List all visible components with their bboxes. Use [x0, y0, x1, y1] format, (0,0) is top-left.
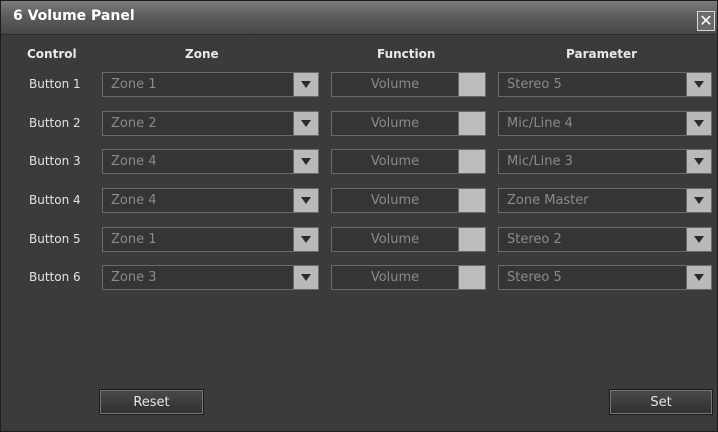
- row-label-button-1: Button 1: [29, 77, 81, 91]
- row-label-button-3: Button 3: [29, 154, 81, 168]
- row-label-button-4: Button 4: [29, 193, 81, 207]
- function-value: Volume: [370, 77, 420, 92]
- zone-select-2[interactable]: Zone 2: [102, 111, 319, 136]
- parameter-select-4[interactable]: Zone Master: [498, 188, 712, 213]
- chevron-down-icon[interactable]: [293, 189, 318, 212]
- zone-select-1[interactable]: Zone 1: [102, 72, 319, 97]
- row-label-button-5: Button 5: [29, 232, 81, 246]
- parameter-select-6[interactable]: Stereo 5: [498, 265, 712, 290]
- function-select-4[interactable]: Volume: [331, 188, 486, 213]
- chevron-down-icon[interactable]: [686, 266, 711, 289]
- zone-value: Zone 4: [111, 154, 157, 169]
- parameter-value: Stereo 2: [507, 232, 562, 247]
- parameter-value: Mic/Line 4: [507, 116, 573, 131]
- zone-select-3[interactable]: Zone 4: [102, 149, 319, 174]
- zone-value: Zone 2: [111, 116, 157, 131]
- function-toggle-knob[interactable]: [458, 112, 485, 135]
- chevron-down-icon[interactable]: [293, 228, 318, 251]
- function-value: Volume: [370, 270, 420, 285]
- header-parameter: Parameter: [566, 47, 638, 61]
- function-value: Volume: [370, 116, 420, 131]
- zone-select-6[interactable]: Zone 3: [102, 265, 319, 290]
- function-select-3[interactable]: Volume: [331, 149, 486, 174]
- window-title: 6 Volume Panel: [13, 8, 135, 24]
- parameter-value: Mic/Line 3: [507, 154, 573, 169]
- parameter-select-2[interactable]: Mic/Line 4: [498, 111, 712, 136]
- parameter-value: Stereo 5: [507, 270, 562, 285]
- parameter-select-5[interactable]: Stereo 2: [498, 227, 712, 252]
- chevron-down-icon[interactable]: [686, 73, 711, 96]
- close-icon: ✕: [699, 11, 713, 30]
- function-toggle-knob[interactable]: [458, 150, 485, 173]
- function-select-2[interactable]: Volume: [331, 111, 486, 136]
- header-control: Control: [27, 47, 77, 61]
- header-zone: Zone: [185, 47, 219, 61]
- chevron-down-icon[interactable]: [293, 73, 318, 96]
- chevron-down-icon[interactable]: [686, 150, 711, 173]
- zone-value: Zone 1: [111, 77, 157, 92]
- close-button[interactable]: ✕: [697, 11, 715, 31]
- row-label-button-6: Button 6: [29, 270, 81, 284]
- volume-panel-window: 6 Volume Panel ✕ Control Zone Function P…: [0, 0, 718, 432]
- panel-content: Control Zone Function Parameter Button 1…: [1, 35, 717, 431]
- function-toggle-knob[interactable]: [458, 228, 485, 251]
- chevron-down-icon[interactable]: [293, 112, 318, 135]
- function-toggle-knob[interactable]: [458, 189, 485, 212]
- chevron-down-icon[interactable]: [686, 112, 711, 135]
- row-label-button-2: Button 2: [29, 116, 81, 130]
- function-toggle-knob[interactable]: [458, 73, 485, 96]
- chevron-down-icon[interactable]: [686, 189, 711, 212]
- parameter-select-3[interactable]: Mic/Line 3: [498, 149, 712, 174]
- zone-value: Zone 3: [111, 270, 157, 285]
- chevron-down-icon[interactable]: [686, 228, 711, 251]
- title-bar: 6 Volume Panel ✕: [1, 1, 717, 35]
- function-select-1[interactable]: Volume: [331, 72, 486, 97]
- function-value: Volume: [370, 154, 420, 169]
- function-select-5[interactable]: Volume: [331, 227, 486, 252]
- function-toggle-knob[interactable]: [458, 266, 485, 289]
- zone-value: Zone 4: [111, 193, 157, 208]
- zone-select-5[interactable]: Zone 1: [102, 227, 319, 252]
- parameter-select-1[interactable]: Stereo 5: [498, 72, 712, 97]
- function-value: Volume: [370, 232, 420, 247]
- function-select-6[interactable]: Volume: [331, 265, 486, 290]
- function-value: Volume: [370, 193, 420, 208]
- zone-select-4[interactable]: Zone 4: [102, 188, 319, 213]
- parameter-value: Zone Master: [507, 193, 589, 208]
- header-function: Function: [377, 47, 436, 61]
- zone-value: Zone 1: [111, 232, 157, 247]
- set-button[interactable]: Set: [609, 389, 713, 415]
- parameter-value: Stereo 5: [507, 77, 562, 92]
- reset-button[interactable]: Reset: [99, 389, 204, 415]
- chevron-down-icon[interactable]: [293, 266, 318, 289]
- chevron-down-icon[interactable]: [293, 150, 318, 173]
